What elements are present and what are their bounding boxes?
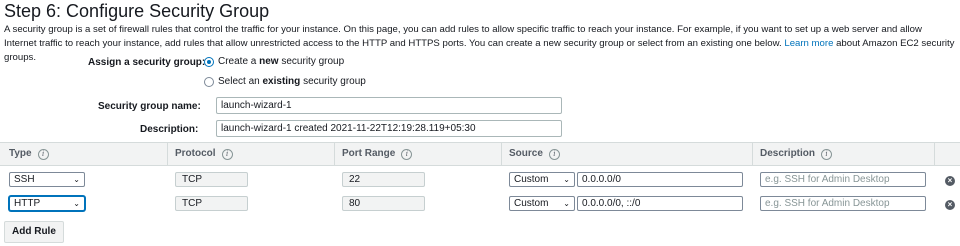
chevron-down-icon: ⌄ (563, 175, 570, 184)
learn-more-link[interactable]: Learn more (784, 38, 833, 49)
security-group-name-input[interactable]: launch-wizard-1 (216, 97, 562, 114)
radio-select-existing-label: Select an existing security group (218, 76, 366, 87)
rule-port-range-field: 22 (342, 172, 425, 187)
table-header: Type i Protocol i Port Range i Source i Desc… (0, 142, 960, 166)
rule-type-select[interactable]: SSH ⌄ (9, 172, 85, 187)
rule-source-select[interactable]: Custom ⌄ (509, 196, 575, 211)
radio-create-new[interactable]: Create a new security group (204, 56, 344, 67)
security-group-description-input[interactable]: launch-wizard-1 created 2021-11-22T12:19… (216, 120, 562, 137)
info-icon[interactable]: i (401, 148, 413, 160)
column-divider (934, 143, 935, 165)
remove-rule-icon[interactable]: × (945, 200, 955, 210)
info-icon[interactable]: i (548, 148, 560, 160)
column-divider (752, 143, 753, 165)
rule-type-select[interactable]: HTTP ⌄ (9, 196, 85, 211)
radio-create-new-button[interactable] (204, 56, 214, 67)
column-divider (501, 143, 502, 165)
info-icon[interactable]: i (221, 148, 233, 160)
column-divider (167, 143, 168, 165)
assign-security-group-label: Assign a security group: (88, 57, 206, 68)
chevron-down-icon: ⌄ (563, 199, 570, 208)
column-header-source: Source i (509, 143, 560, 165)
rule-description-input[interactable]: e.g. SSH for Admin Desktop (760, 196, 926, 211)
security-group-name-label: Security group name: (98, 101, 201, 112)
column-header-port-range: Port Range i (342, 143, 413, 165)
rule-source-select[interactable]: Custom ⌄ (509, 172, 575, 187)
radio-select-existing[interactable]: Select an existing security group (204, 76, 366, 87)
rule-source-cidr-input[interactable]: 0.0.0.0/0, ::/0 (577, 196, 743, 211)
info-icon[interactable]: i (37, 148, 49, 160)
chevron-down-icon: ⌄ (73, 175, 80, 184)
add-rule-button[interactable]: Add Rule (4, 221, 64, 243)
rule-port-range-field: 80 (342, 196, 425, 211)
column-header-description: Description i (760, 143, 833, 165)
column-divider (334, 143, 335, 165)
radio-create-new-label: Create a new security group (218, 56, 345, 67)
page-title: Step 6: Configure Security Group (4, 1, 270, 21)
description-label: Description: (140, 124, 199, 135)
column-header-type: Type i (9, 143, 49, 165)
rule-description-input[interactable]: e.g. SSH for Admin Desktop (760, 172, 926, 187)
info-icon[interactable]: i (821, 148, 833, 160)
rule-protocol-field: TCP (175, 196, 248, 211)
rule-source-cidr-input[interactable]: 0.0.0.0/0 (577, 172, 743, 187)
chevron-down-icon: ⌄ (73, 199, 80, 208)
rule-protocol-field: TCP (175, 172, 248, 187)
column-header-protocol: Protocol i (175, 143, 233, 165)
radio-select-existing-button[interactable] (204, 76, 214, 87)
remove-rule-icon[interactable]: × (945, 176, 955, 186)
